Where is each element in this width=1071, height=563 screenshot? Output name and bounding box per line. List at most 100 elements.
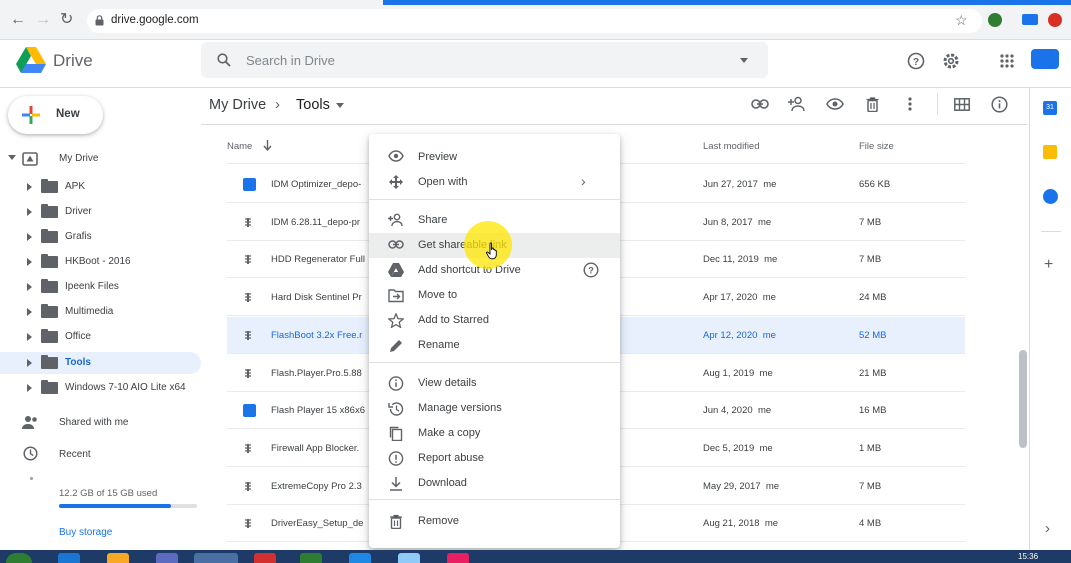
sidebar-item-recent[interactable]: Recent [59, 449, 91, 460]
expand-caret-icon[interactable] [27, 233, 32, 241]
file-name: IDM 6.28.11_depo-pr [271, 216, 361, 228]
context-menu-item[interactable]: Add to Starred [369, 308, 620, 333]
context-menu-item[interactable]: Remove [369, 509, 620, 534]
new-button[interactable]: New [8, 96, 103, 134]
preview-eye-icon[interactable] [826, 98, 844, 110]
context-menu-item[interactable]: Preview [369, 145, 620, 170]
apps-grid-icon[interactable] [1000, 54, 1014, 68]
info-icon[interactable] [991, 96, 1008, 113]
bookmark-star-icon[interactable]: ☆ [955, 12, 968, 29]
extension-icon[interactable] [988, 13, 1002, 27]
search-input[interactable]: Search in Drive [246, 53, 335, 68]
taskbar-app-icon[interactable] [58, 553, 80, 563]
extension-icon[interactable] [1048, 13, 1062, 27]
context-menu-item[interactable]: Move to [369, 283, 620, 308]
expand-caret-icon[interactable] [27, 333, 32, 341]
extension-icon[interactable] [1022, 14, 1038, 25]
sidebar-folder-item[interactable]: HKBoot - 2016 [0, 251, 201, 273]
keep-icon[interactable] [1043, 145, 1057, 159]
context-menu-item[interactable]: Report abuse [369, 446, 620, 471]
sidebar-folder-item[interactable]: Ipeenk Files [0, 276, 201, 298]
sidebar-folder-label: Ipeenk Files [65, 281, 119, 292]
tasks-icon[interactable] [1043, 189, 1058, 204]
taskbar-app-icon[interactable] [194, 553, 238, 563]
sidebar-folder-item[interactable]: Tools [0, 352, 201, 374]
scrollbar-thumb[interactable] [1019, 350, 1027, 448]
context-menu-item[interactable]: Download [369, 471, 620, 496]
file-last-modified: Apr 17, 2020 me [703, 292, 776, 304]
taskbar-app-icon[interactable] [447, 553, 469, 563]
sidebar-item-shared[interactable]: Shared with me [59, 417, 128, 428]
archive-file-icon [245, 330, 251, 340]
context-menu-label: Share [418, 214, 448, 226]
settings-gear-icon[interactable] [942, 52, 960, 70]
link-icon [388, 240, 404, 249]
expand-caret-icon[interactable] [27, 308, 32, 316]
start-button[interactable] [6, 553, 32, 563]
taskbar-app-icon[interactable] [398, 553, 420, 563]
expand-caret-icon[interactable] [27, 258, 32, 266]
sidebar-folder-item[interactable]: Multimedia [0, 301, 201, 323]
expand-caret-icon[interactable] [27, 283, 32, 291]
account-avatar[interactable] [1031, 49, 1059, 69]
sidebar-folder-item[interactable]: APK [0, 176, 201, 198]
breadcrumb-current[interactable]: Tools [296, 97, 330, 113]
sidebar-item-my-drive[interactable]: My Drive [0, 148, 201, 170]
expand-caret-icon[interactable] [27, 183, 32, 191]
file-last-modified: Aug 1, 2019 me [703, 367, 773, 379]
more-vert-icon[interactable] [908, 97, 912, 111]
file-last-modified: Dec 5, 2019 me [703, 442, 773, 454]
context-menu-label: Remove [418, 515, 459, 527]
drive-logo-icon[interactable] [16, 47, 46, 74]
breadcrumb-my-drive[interactable]: My Drive [209, 97, 266, 113]
address-bar[interactable]: drive.google.com ☆ [87, 9, 982, 33]
file-name: Firewall App Blocker. [271, 442, 360, 454]
link-icon[interactable] [751, 99, 769, 109]
sidebar-folder-item[interactable]: Driver [0, 201, 201, 223]
trash-icon[interactable] [866, 97, 879, 112]
reload-icon[interactable]: ↻ [60, 11, 73, 29]
file-name: Flash Player 15 x86x6 [271, 405, 365, 417]
search-bar[interactable]: Search in Drive [201, 42, 768, 78]
collapse-caret-icon[interactable] [8, 155, 16, 160]
sidebar-folder-label: Multimedia [65, 306, 114, 317]
file-last-modified: Jun 8, 2017 me [703, 216, 772, 228]
context-menu-item[interactable]: Open with › [369, 170, 620, 195]
grid-view-icon[interactable] [954, 98, 970, 111]
taskbar-app-icon[interactable] [349, 553, 371, 563]
share-person-add-icon[interactable] [788, 96, 806, 112]
sidebar-folder-item[interactable]: Windows 7-10 AIO Lite x64 [0, 377, 201, 399]
column-header-file-size[interactable]: File size [859, 141, 894, 152]
file-size: 21 MB [859, 367, 887, 379]
expand-panel-chevron-icon[interactable]: › [1045, 520, 1050, 537]
context-menu-item[interactable]: Make a copy [369, 421, 620, 446]
taskbar-app-icon[interactable] [156, 553, 178, 563]
taskbar-app-icon[interactable] [107, 553, 129, 563]
column-header-name[interactable]: Name [227, 141, 252, 152]
context-menu-item[interactable]: Rename [369, 333, 620, 358]
expand-caret-icon[interactable] [27, 359, 32, 367]
help-icon[interactable]: ? [583, 262, 599, 278]
expand-caret-icon[interactable] [27, 384, 32, 392]
column-header-last-modified[interactable]: Last modified [703, 141, 760, 152]
sidebar-folder-item[interactable]: Office [0, 326, 201, 348]
calendar-icon[interactable]: 31 [1043, 101, 1057, 115]
taskbar-app-icon[interactable] [300, 553, 322, 563]
taskbar-app-icon[interactable] [254, 553, 276, 563]
sort-arrow-down-icon[interactable] [263, 140, 272, 151]
expand-caret-icon[interactable] [27, 208, 32, 216]
forward-icon[interactable]: → [35, 11, 51, 29]
search-options-icon[interactable] [740, 58, 748, 63]
add-addon-plus-icon[interactable]: + [1044, 256, 1053, 274]
back-icon[interactable]: ← [10, 11, 26, 29]
buy-storage-link[interactable]: Buy storage [59, 527, 112, 538]
context-menu-item[interactable]: View details [369, 371, 620, 396]
my-drive-icon [22, 152, 38, 166]
folder-menu-caret-icon[interactable] [336, 103, 344, 108]
file-name: FlashBoot 3.2x Free.r [271, 329, 363, 341]
context-menu-item[interactable]: Manage versions [369, 396, 620, 421]
search-icon[interactable] [217, 53, 231, 67]
sidebar-folder-item[interactable]: Grafis [0, 226, 201, 248]
file-last-modified: Jun 27, 2017 me [703, 179, 777, 190]
help-icon[interactable]: ? [907, 52, 925, 70]
